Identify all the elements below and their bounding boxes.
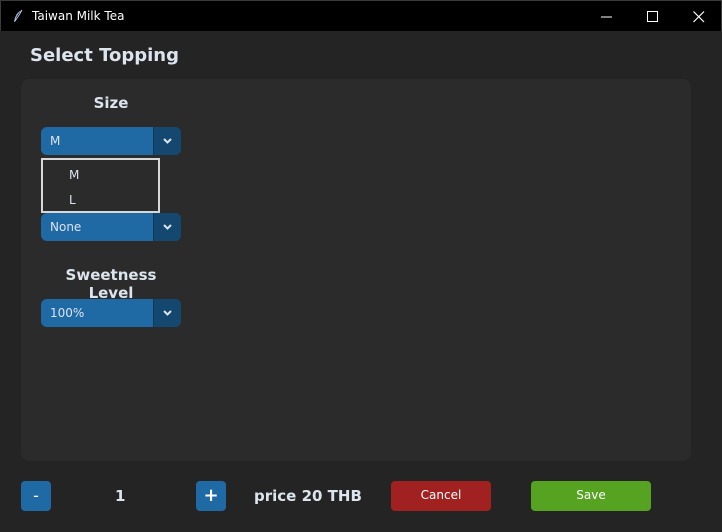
decrease-quantity-button[interactable]: - (21, 481, 51, 511)
close-button[interactable] (676, 1, 722, 32)
chevron-down-icon (163, 138, 172, 144)
price-label: price 20 THB (254, 487, 362, 505)
chevron-down-icon (163, 310, 172, 316)
maximize-button[interactable] (630, 1, 676, 32)
size-option-m[interactable]: M (69, 168, 79, 182)
save-button[interactable]: Save (531, 481, 651, 511)
size-dropdown-button[interactable] (153, 127, 181, 155)
page-title: Select Topping (30, 45, 179, 66)
size-combobox[interactable]: M (41, 127, 181, 155)
size-dropdown-menu: M L (41, 158, 160, 213)
topping-dropdown-button[interactable] (153, 213, 181, 241)
cancel-button[interactable]: Cancel (391, 481, 491, 511)
minimize-button[interactable] (584, 1, 630, 32)
topping-combobox[interactable]: None (41, 213, 181, 241)
title-bar[interactable]: Taiwan Milk Tea (0, 0, 722, 31)
size-label: Size (93, 94, 129, 112)
minimize-icon (601, 16, 612, 18)
size-option-l[interactable]: L (69, 193, 76, 207)
sweetness-value: 100% (50, 306, 85, 320)
sweetness-combobox[interactable]: 100% (41, 299, 181, 327)
quantity-value: 1 (115, 487, 126, 505)
increase-quantity-button[interactable]: + (196, 481, 226, 511)
chevron-down-icon (163, 224, 172, 230)
size-value: M (50, 134, 61, 148)
feather-icon (11, 9, 25, 23)
close-icon (693, 11, 705, 23)
sweetness-label: Sweetness Level (65, 266, 157, 302)
maximize-icon (647, 11, 658, 22)
window-title: Taiwan Milk Tea (32, 9, 125, 23)
sweetness-dropdown-button[interactable] (153, 299, 181, 327)
topping-value: None (50, 220, 82, 234)
